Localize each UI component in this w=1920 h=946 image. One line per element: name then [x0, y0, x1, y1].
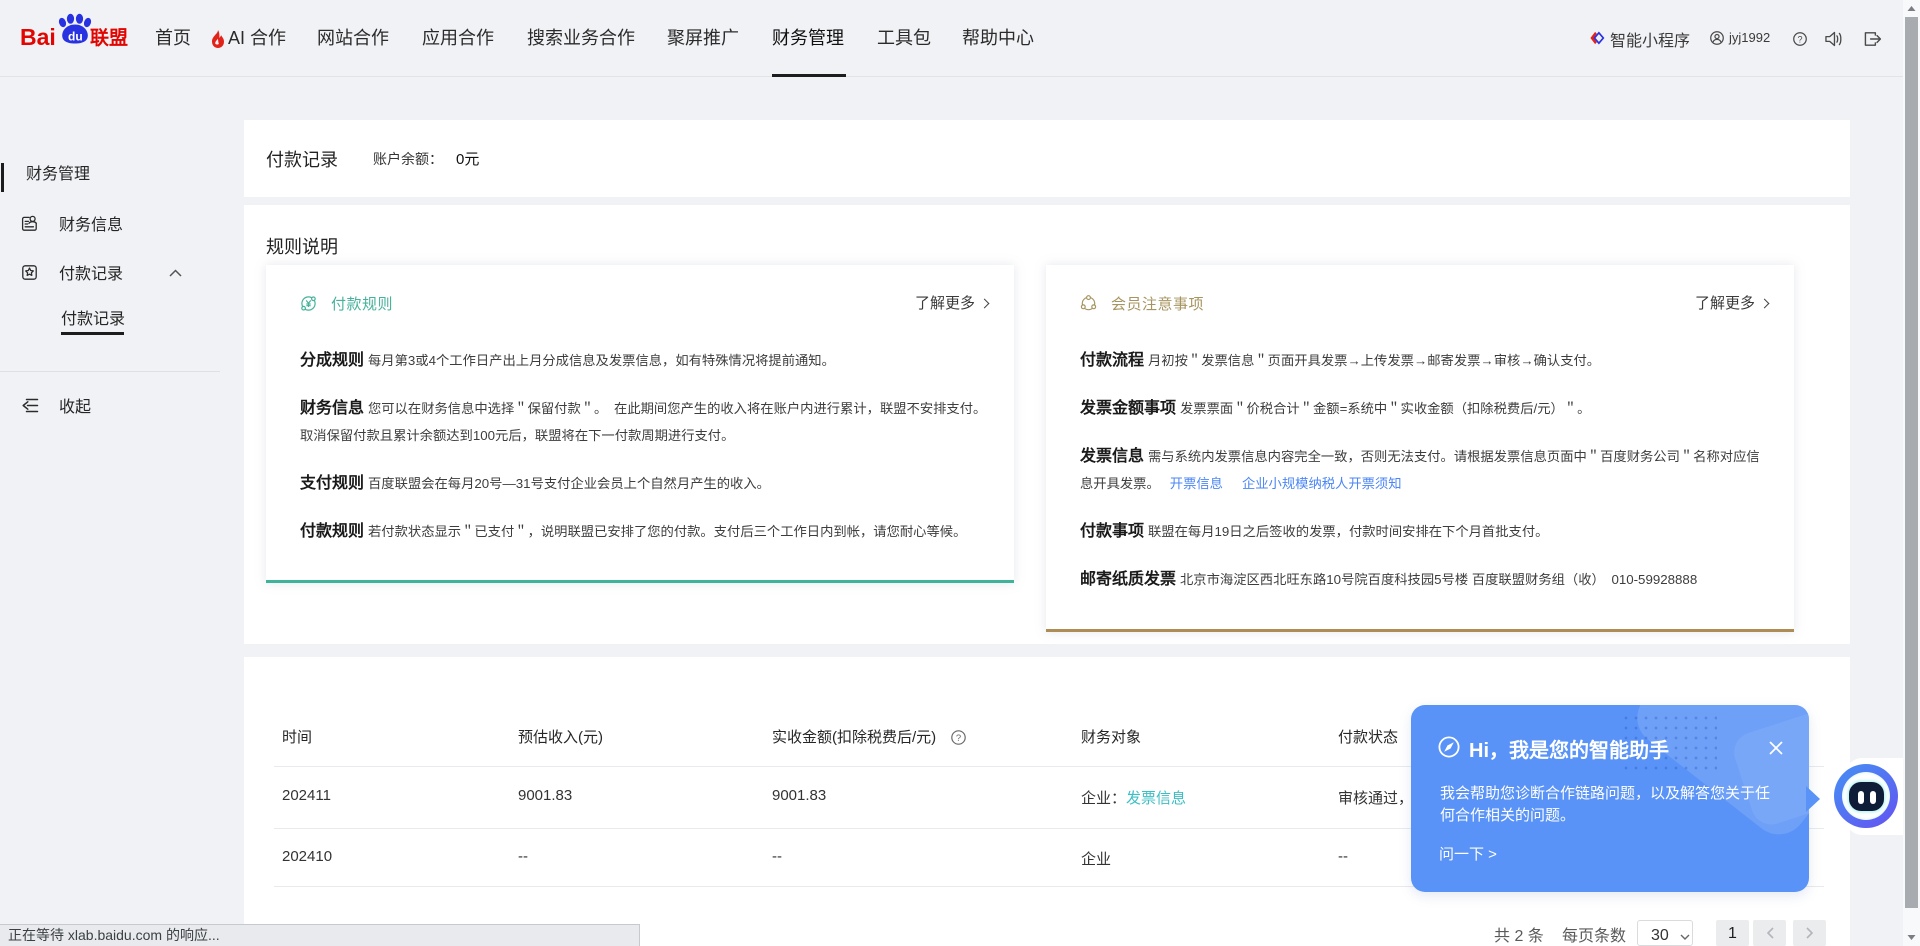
- svg-text:du: du: [68, 30, 83, 44]
- svg-text:?: ?: [956, 733, 961, 744]
- svg-text:联盟: 联盟: [90, 27, 128, 47]
- svg-text:?: ?: [1797, 34, 1802, 44]
- svg-text:Bai: Bai: [20, 24, 56, 47]
